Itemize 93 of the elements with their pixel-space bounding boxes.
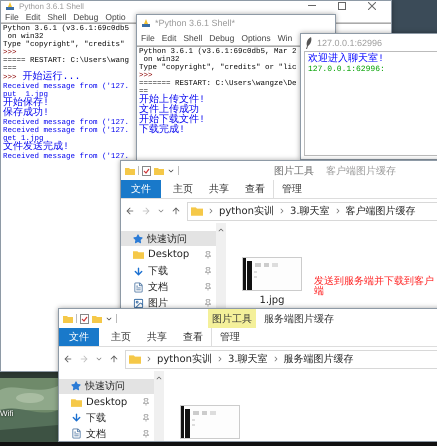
nav-label: 文档: [148, 280, 169, 294]
address-bar[interactable]: python实训 3.聊天室 服务端图片缓存: [125, 350, 437, 368]
menu-item[interactable]: Debug: [209, 33, 234, 43]
folder-icon: [125, 166, 135, 176]
nav-label: Desktop: [86, 396, 128, 408]
file-name: 1.jpg: [259, 295, 284, 306]
ribbon-tab[interactable]: 共享: [139, 328, 175, 346]
nav-item[interactable]: Desktop: [121, 247, 216, 262]
menu-item[interactable]: File: [5, 12, 19, 22]
folder-icon: [191, 205, 203, 217]
chevron-icon: [145, 355, 153, 363]
chevron-icon: [207, 207, 215, 215]
shell-line: 文件发送完成!: [3, 143, 70, 153]
desktop-icon-label[interactable]: Wifi: [0, 409, 14, 418]
shell-line: 下载完成!: [139, 126, 186, 136]
back-icon[interactable]: [63, 354, 73, 364]
nav-label: 快速访问: [147, 232, 188, 246]
address-bar[interactable]: python实训 3.聊天室 客户端图片缓存: [187, 202, 437, 220]
menu-item[interactable]: Shell: [183, 33, 202, 43]
breadcrumb[interactable]: 3.聊天室: [228, 352, 268, 366]
up-icon[interactable]: [109, 354, 119, 364]
feather-icon: [305, 36, 313, 48]
shell-line: 保存成功!: [3, 109, 50, 119]
nav-item[interactable]: 图片: [121, 296, 216, 311]
scroll-up-icon[interactable]: [155, 374, 163, 382]
menu-item[interactable]: Edit: [162, 33, 176, 43]
menu-item[interactable]: File: [141, 33, 155, 43]
close-icon[interactable]: [368, 2, 376, 10]
folder-icon: [71, 396, 82, 408]
nav-item[interactable]: 下载: [121, 263, 216, 279]
nav-item[interactable]: 文档: [121, 280, 216, 295]
python-idle-icon: [141, 18, 151, 28]
nav-label: 快速访问: [85, 380, 126, 394]
download-icon: [71, 412, 82, 424]
properties-icon: [142, 166, 151, 176]
properties-icon: [80, 314, 89, 324]
file-tab[interactable]: 文件: [59, 328, 99, 346]
back-icon[interactable]: [125, 206, 135, 216]
ribbon-tab[interactable]: 主页: [165, 180, 201, 198]
scroll-up-icon[interactable]: [217, 226, 225, 234]
window-title: 服务端图片缓存: [264, 312, 334, 326]
window-title: 127.0.0.1:62996: [317, 38, 382, 48]
star-icon: [71, 381, 81, 392]
breadcrumb[interactable]: python实训: [219, 204, 274, 218]
python-idle-icon: [5, 1, 15, 11]
window-title: Python 3.6.1 Shell: [19, 2, 84, 10]
folder-icon: [129, 353, 141, 365]
nav-label: 下载: [86, 412, 107, 425]
file-tab[interactable]: 文件: [121, 180, 161, 198]
up-icon[interactable]: [171, 206, 181, 216]
menu-item[interactable]: Debug: [73, 12, 98, 22]
maximize-icon[interactable]: [338, 2, 346, 10]
window-title: *Python 3.6.1 Shell*: [155, 18, 236, 28]
document-icon: [133, 282, 144, 293]
chat-line: 127.0.0.1:62996:: [308, 65, 385, 74]
document-icon: [71, 428, 82, 440]
nav-label: 下载: [148, 264, 169, 278]
recent-icon[interactable]: [157, 207, 165, 215]
recent-icon[interactable]: [95, 355, 103, 363]
picture-icon: [133, 298, 144, 309]
breadcrumb[interactable]: 3.聊天室: [290, 204, 330, 218]
nav-item[interactable]: 快速访问: [59, 379, 154, 394]
folder-icon: [92, 314, 102, 324]
breadcrumb[interactable]: 客户端图片缓存: [346, 204, 416, 218]
nav-label: 图片: [148, 296, 169, 310]
breadcrumb[interactable]: python实训: [157, 352, 212, 366]
chat-line: 欢迎进入聊天室!: [308, 54, 384, 65]
menu-item[interactable]: Optio: [105, 12, 126, 22]
nav-label: 文档: [86, 428, 107, 441]
window-title: 客户端图片缓存: [326, 164, 396, 178]
ribbon-tab[interactable]: 查看: [175, 328, 211, 346]
context-tab[interactable]: 图片工具: [270, 161, 318, 180]
minimize-icon[interactable]: [308, 5, 316, 7]
folder-icon: [133, 249, 144, 260]
menu-item[interactable]: Win: [278, 33, 292, 43]
star-icon: [133, 234, 143, 244]
ribbon-tab[interactable]: 查看: [237, 180, 273, 198]
menu-item[interactable]: Edit: [26, 12, 40, 22]
context-tab[interactable]: 图片工具: [208, 309, 256, 328]
download-icon: [133, 266, 144, 276]
nav-item[interactable]: Desktop: [59, 394, 154, 410]
ribbon-tab[interactable]: 主页: [103, 328, 139, 346]
breadcrumb[interactable]: 服务端图片缓存: [284, 352, 354, 366]
folder-icon: [63, 314, 73, 324]
nav-item[interactable]: 下载: [59, 410, 154, 426]
annotation-text: 发送到服务端并下载到客户端: [314, 277, 435, 297]
folder-icon: [154, 166, 164, 176]
nav-label: Desktop: [148, 249, 190, 260]
nav-item[interactable]: 快速访问: [121, 231, 216, 246]
nav-item[interactable]: 文档: [59, 426, 154, 441]
menu-item[interactable]: Options: [241, 33, 271, 43]
menu-item[interactable]: Shell: [47, 12, 66, 22]
ribbon-tab[interactable]: 共享: [201, 180, 237, 198]
